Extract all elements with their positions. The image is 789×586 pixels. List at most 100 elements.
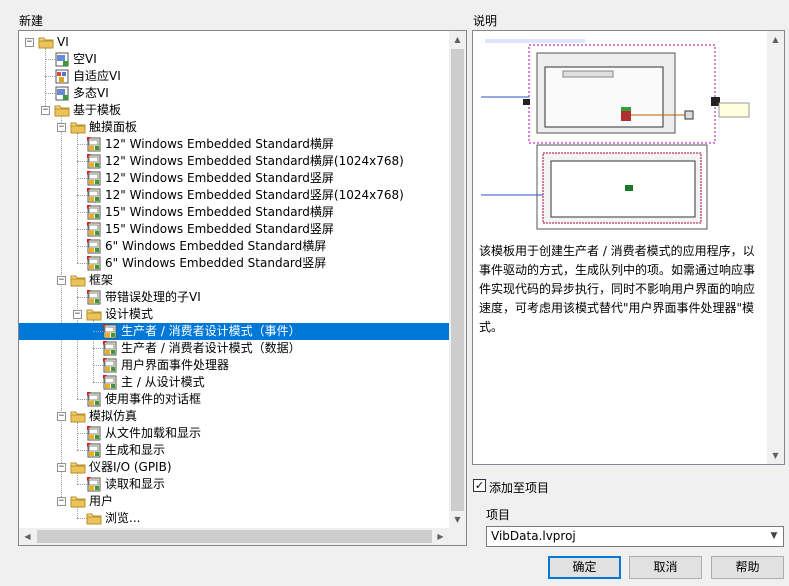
tree-item[interactable]: 带错误处理的子VI [19, 289, 449, 306]
desc-scroll-down-arrow-icon[interactable]: ▼ [767, 447, 784, 464]
template-icon [86, 392, 102, 407]
tree-item-label: 自适应VI [73, 69, 121, 83]
tree-item[interactable]: 多态VI [19, 85, 449, 102]
project-label: 项目 [486, 508, 511, 522]
tree-item[interactable]: − 用户 [19, 493, 449, 510]
tree-item[interactable]: 生产者 / 消费者设计模式（事件） [19, 323, 449, 340]
folder-icon [70, 273, 86, 288]
collapse-toggle-icon[interactable]: − [57, 276, 66, 285]
tree-item-label: 空VI [73, 52, 97, 66]
tree-item[interactable]: − 仪器I/O (GPIB) [19, 459, 449, 476]
desc-scroll-up-arrow-icon[interactable]: ▲ [767, 31, 784, 48]
tree-item-label: 使用事件的对话框 [105, 392, 202, 406]
description-vertical-scrollbar[interactable]: ▲ ▼ [767, 31, 784, 464]
template-icon [86, 256, 102, 271]
template-icon [102, 375, 118, 390]
tree-item-label: 基于模板 [73, 103, 122, 117]
tree-item[interactable]: 从文件加载和显示 [19, 425, 449, 442]
ok-button[interactable]: 确定 [548, 556, 621, 579]
checkmark-icon: ✓ [474, 479, 485, 492]
collapse-toggle-icon[interactable]: − [57, 412, 66, 421]
template-icon [102, 358, 118, 373]
tree-item[interactable]: 浏览... [19, 510, 449, 527]
tree-item[interactable]: − 触摸面板 [19, 119, 449, 136]
scroll-right-arrow-icon[interactable]: ▶ [432, 528, 449, 545]
tree-item[interactable]: 用户界面事件处理器 [19, 357, 449, 374]
description-label: 说明 [473, 14, 498, 28]
template-icon [86, 426, 102, 441]
collapse-toggle-icon[interactable]: − [57, 463, 66, 472]
tree-item[interactable]: 12" Windows Embedded Standard竖屏 [19, 170, 449, 187]
folder-icon [38, 35, 54, 50]
tree-item-label: 框架 [89, 273, 114, 287]
project-select[interactable]: VibData.lvproj ▼ [486, 526, 784, 547]
template-icon [86, 205, 102, 220]
tree-item[interactable]: − 设计模式 [19, 306, 449, 323]
tree-item[interactable]: 15" Windows Embedded Standard横屏 [19, 204, 449, 221]
tree-item[interactable]: 生成和显示 [19, 442, 449, 459]
tree-item-label: 用户 [89, 494, 114, 508]
template-icon [86, 222, 102, 237]
tree-item[interactable]: 主 / 从设计模式 [19, 374, 449, 391]
cancel-button[interactable]: 取消 [629, 556, 702, 579]
tree-horizontal-scrollbar[interactable]: ◀ ▶ [19, 528, 449, 545]
tree-item[interactable]: 6" Windows Embedded Standard横屏 [19, 238, 449, 255]
tree-item[interactable]: 生产者 / 消费者设计模式（数据） [19, 340, 449, 357]
folder-icon [70, 460, 86, 475]
tree-item-label: 多态VI [73, 86, 109, 100]
template-icon [102, 341, 118, 356]
tree-item[interactable]: 自适应VI [19, 68, 449, 85]
tree-item-label: 带错误处理的子VI [105, 290, 201, 304]
tree-hscroll-thumb[interactable] [37, 530, 433, 543]
tree-item-label: 6" Windows Embedded Standard竖屏 [105, 256, 327, 270]
tree-item-label: 生成和显示 [105, 443, 166, 457]
template-tree[interactable]: − VI 空VI 自适应VI 多态VI − 基于模板 − 触摸面板 12" Windows Emb… [18, 30, 467, 546]
tree-vscroll-thumb[interactable] [451, 49, 464, 513]
chevron-down-icon[interactable]: ▼ [765, 527, 783, 546]
tree-item-label: 读取和显示 [105, 477, 166, 491]
tree-item-label: 仪器I/O (GPIB) [89, 460, 172, 474]
collapse-toggle-icon[interactable]: − [41, 106, 50, 115]
tree-item[interactable]: − VI [19, 34, 449, 51]
tree-item-label: 6" Windows Embedded Standard横屏 [105, 239, 327, 253]
vi-icon [54, 52, 70, 67]
template-icon [86, 137, 102, 152]
tree-item[interactable]: − 框架 [19, 272, 449, 289]
collapse-toggle-icon[interactable]: − [73, 310, 82, 319]
scroll-left-arrow-icon[interactable]: ◀ [19, 528, 36, 545]
template-icon [86, 290, 102, 305]
tree-item[interactable]: 12" Windows Embedded Standard横屏 [19, 136, 449, 153]
tree-item[interactable]: 12" Windows Embedded Standard竖屏(1024x768… [19, 187, 449, 204]
scroll-up-arrow-icon[interactable]: ▲ [449, 31, 466, 48]
tree-item-label: VI [57, 35, 69, 49]
tree-item[interactable]: 6" Windows Embedded Standard竖屏 [19, 255, 449, 272]
collapse-toggle-icon[interactable]: − [25, 38, 34, 47]
tree-item-label: 生产者 / 消费者设计模式（事件） [121, 324, 301, 338]
tree-item[interactable]: − 基于模板 [19, 102, 449, 119]
tree-item-label: 12" Windows Embedded Standard竖屏 [105, 171, 334, 185]
tree-item-label: 触摸面板 [89, 120, 138, 134]
add-to-project-checkbox[interactable]: ✓ [473, 479, 486, 492]
help-button[interactable]: 帮助 [711, 556, 784, 579]
tree-item-label: 设计模式 [105, 307, 154, 321]
block-diagram-preview-image: ▪ [481, 35, 763, 233]
tree-item[interactable]: 读取和显示 [19, 476, 449, 493]
tree-item[interactable]: − 模拟仿真 [19, 408, 449, 425]
template-icon [86, 477, 102, 492]
tree-item[interactable]: 空VI [19, 51, 449, 68]
folder-icon [70, 120, 86, 135]
folder-icon [70, 409, 86, 424]
tree-vertical-scrollbar[interactable]: ▲ ▼ [449, 31, 466, 528]
folder-icon [54, 103, 70, 118]
tree-item[interactable]: 12" Windows Embedded Standard横屏(1024x768… [19, 153, 449, 170]
tree-item-label: 浏览... [105, 511, 141, 525]
scroll-down-arrow-icon[interactable]: ▼ [449, 511, 466, 528]
tree-item[interactable]: 15" Windows Embedded Standard竖屏 [19, 221, 449, 238]
template-icon [86, 171, 102, 186]
tree-item[interactable]: 使用事件的对话框 [19, 391, 449, 408]
collapse-toggle-icon[interactable]: − [57, 497, 66, 506]
collapse-toggle-icon[interactable]: − [57, 123, 66, 132]
template-icon [86, 443, 102, 458]
tree-item-label: 用户界面事件处理器 [121, 358, 230, 372]
template-icon [102, 324, 118, 339]
